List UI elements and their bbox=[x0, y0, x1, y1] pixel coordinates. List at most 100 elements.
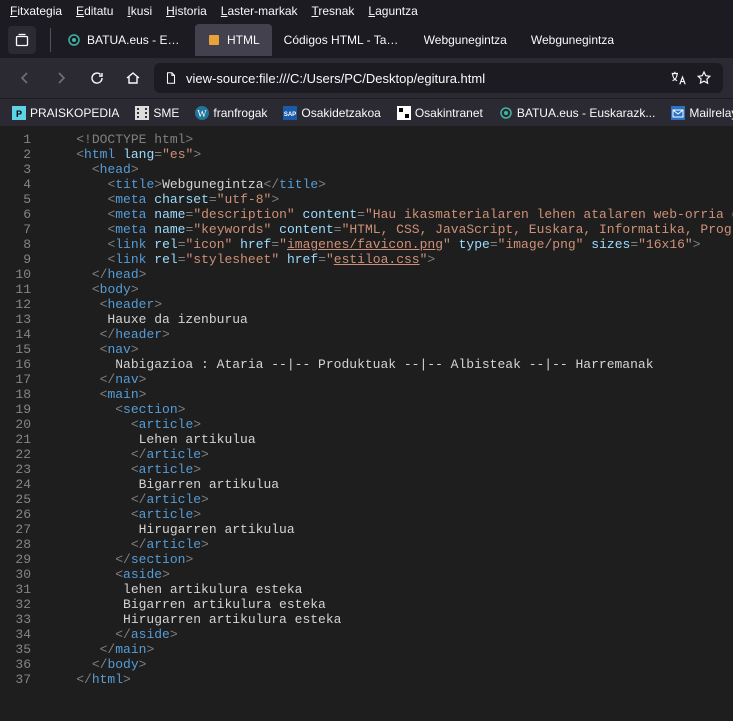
forward-button[interactable] bbox=[46, 63, 76, 93]
line-code[interactable]: <article> bbox=[45, 507, 201, 522]
bookmark-3[interactable]: SAPOsakidetzakoa bbox=[277, 104, 386, 122]
menubar: Fitxategia Editatu Ikusi Historia Laster-mar… bbox=[0, 0, 733, 22]
line-number: 17 bbox=[0, 372, 45, 387]
tab-1[interactable]: HTML bbox=[195, 24, 272, 56]
line-code[interactable]: <aside> bbox=[45, 567, 170, 582]
line-code[interactable]: </head> bbox=[45, 267, 146, 282]
menu-laguntza[interactable]: Laguntza bbox=[368, 4, 417, 18]
menu-editatu[interactable]: Editatu bbox=[76, 4, 113, 18]
line-code[interactable]: </article> bbox=[45, 447, 209, 462]
line-number: 18 bbox=[0, 387, 45, 402]
line-code[interactable]: Hirugarren artikulura esteka bbox=[45, 612, 341, 627]
file-icon bbox=[164, 71, 178, 85]
tab-0[interactable]: BATUA.eus - Euska bbox=[55, 24, 195, 56]
line-code[interactable]: <!DOCTYPE html> bbox=[45, 132, 193, 147]
line-code[interactable]: </section> bbox=[45, 552, 193, 567]
source-line: 12 <header> bbox=[0, 297, 733, 312]
line-code[interactable]: <link rel="stylesheet" href="estiloa.css… bbox=[45, 252, 435, 267]
line-code[interactable]: <html lang="es"> bbox=[45, 147, 201, 162]
line-code[interactable]: <article> bbox=[45, 417, 201, 432]
bookmark-label: BATUA.eus - Euskarazk... bbox=[517, 106, 656, 120]
line-number: 10 bbox=[0, 267, 45, 282]
source-line: 25 </article> bbox=[0, 492, 733, 507]
source-line: 2 <html lang="es"> bbox=[0, 147, 733, 162]
translate-button[interactable] bbox=[669, 69, 687, 87]
line-number: 34 bbox=[0, 627, 45, 642]
line-code[interactable]: Bigarren artikulura esteka bbox=[45, 597, 326, 612]
line-code[interactable]: </body> bbox=[45, 657, 146, 672]
tab-label: Webgunegintza bbox=[424, 33, 507, 47]
bookmark-2[interactable]: Wfranfrogak bbox=[189, 104, 273, 122]
home-button[interactable] bbox=[118, 63, 148, 93]
line-code[interactable]: <article> bbox=[45, 462, 201, 477]
line-code[interactable]: </article> bbox=[45, 537, 209, 552]
source-line: 15 <nav> bbox=[0, 342, 733, 357]
line-code[interactable]: <head> bbox=[45, 162, 139, 177]
bookmark-1[interactable]: SME bbox=[129, 104, 185, 122]
line-code[interactable]: lehen artikulura esteka bbox=[45, 582, 302, 597]
menu-ikusi[interactable]: Ikusi bbox=[127, 4, 152, 18]
sap-icon: SAP bbox=[283, 106, 297, 120]
line-number: 32 bbox=[0, 597, 45, 612]
line-code[interactable]: </aside> bbox=[45, 627, 178, 642]
line-number: 20 bbox=[0, 417, 45, 432]
line-code[interactable]: <meta name="keywords" content="HTML, CSS… bbox=[45, 222, 733, 237]
line-code[interactable]: Bigarren artikulua bbox=[45, 477, 279, 492]
source-line: 35 </main> bbox=[0, 642, 733, 657]
line-number: 19 bbox=[0, 402, 45, 417]
line-code[interactable]: <title>Webgunegintza</title> bbox=[45, 177, 326, 192]
source-line: 6 <meta name="description" content="Hau … bbox=[0, 207, 733, 222]
line-code[interactable]: Hirugarren artikulua bbox=[45, 522, 295, 537]
line-code[interactable]: <section> bbox=[45, 402, 185, 417]
url-text: view-source:file:///C:/Users/PC/Desktop/… bbox=[186, 71, 661, 86]
bookmark-6[interactable]: Mailrelay bbox=[665, 104, 733, 122]
bookmark-4[interactable]: Osakintranet bbox=[391, 104, 489, 122]
bookmark-star-button[interactable] bbox=[695, 70, 713, 86]
tab-4[interactable]: Webgunegintza bbox=[519, 24, 626, 56]
line-number: 33 bbox=[0, 612, 45, 627]
line-number: 6 bbox=[0, 207, 45, 222]
line-code[interactable]: </main> bbox=[45, 642, 154, 657]
line-code[interactable]: <main> bbox=[45, 387, 146, 402]
menu-tresnak[interactable]: Tresnak bbox=[312, 4, 355, 18]
line-code[interactable]: <body> bbox=[45, 282, 139, 297]
line-code[interactable]: Lehen artikulua bbox=[45, 432, 256, 447]
line-number: 1 bbox=[0, 132, 45, 147]
line-number: 37 bbox=[0, 672, 45, 687]
back-button[interactable] bbox=[10, 63, 40, 93]
tab-2[interactable]: Códigos HTML - Tabla bbox=[272, 24, 412, 56]
line-code[interactable]: </nav> bbox=[45, 372, 146, 387]
all-tabs-button[interactable] bbox=[8, 26, 36, 54]
bookmark-5[interactable]: BATUA.eus - Euskarazk... bbox=[493, 104, 662, 122]
svg-text:P: P bbox=[16, 109, 22, 119]
line-code[interactable]: <header> bbox=[45, 297, 162, 312]
source-line: 16 Nabigazioa : Ataria --|-- Produktuak … bbox=[0, 357, 733, 372]
line-code[interactable]: <nav> bbox=[45, 342, 139, 357]
line-code[interactable]: Hauxe da izenburua bbox=[45, 312, 248, 327]
menu-fitxategia[interactable]: Fitxategia bbox=[10, 4, 62, 18]
source-line: 14 </header> bbox=[0, 327, 733, 342]
line-code[interactable]: <meta name="description" content="Hau ik… bbox=[45, 207, 733, 222]
url-bar[interactable]: view-source:file:///C:/Users/PC/Desktop/… bbox=[154, 63, 723, 93]
line-number: 29 bbox=[0, 552, 45, 567]
source-line: 26 <article> bbox=[0, 507, 733, 522]
source-line: 8 <link rel="icon" href="imagenes/favico… bbox=[0, 237, 733, 252]
line-code[interactable]: <meta charset="utf-8"> bbox=[45, 192, 279, 207]
menu-historia[interactable]: Historia bbox=[166, 4, 207, 18]
line-code[interactable]: </html> bbox=[45, 672, 131, 687]
tab-3[interactable]: Webgunegintza bbox=[412, 24, 519, 56]
reload-button[interactable] bbox=[82, 63, 112, 93]
source-line: 32 Bigarren artikulura esteka bbox=[0, 597, 733, 612]
tab-separator bbox=[50, 28, 51, 52]
source-line: 23 <article> bbox=[0, 462, 733, 477]
line-code[interactable]: <link rel="icon" href="imagenes/favicon.… bbox=[45, 237, 701, 252]
line-code[interactable]: </header> bbox=[45, 327, 170, 342]
menu-laster-markak[interactable]: Laster-markak bbox=[221, 4, 298, 18]
line-code[interactable]: </article> bbox=[45, 492, 209, 507]
bookmark-0[interactable]: PPRAISKOPEDIA bbox=[6, 104, 125, 122]
bookmarks-toolbar: PPRAISKOPEDIASMEWfranfrogakSAPOsakidetza… bbox=[0, 98, 733, 126]
source-line: 29 </section> bbox=[0, 552, 733, 567]
source-line: 36 </body> bbox=[0, 657, 733, 672]
source-line: 7 <meta name="keywords" content="HTML, C… bbox=[0, 222, 733, 237]
line-code[interactable]: Nabigazioa : Ataria --|-- Produktuak --|… bbox=[45, 357, 654, 372]
